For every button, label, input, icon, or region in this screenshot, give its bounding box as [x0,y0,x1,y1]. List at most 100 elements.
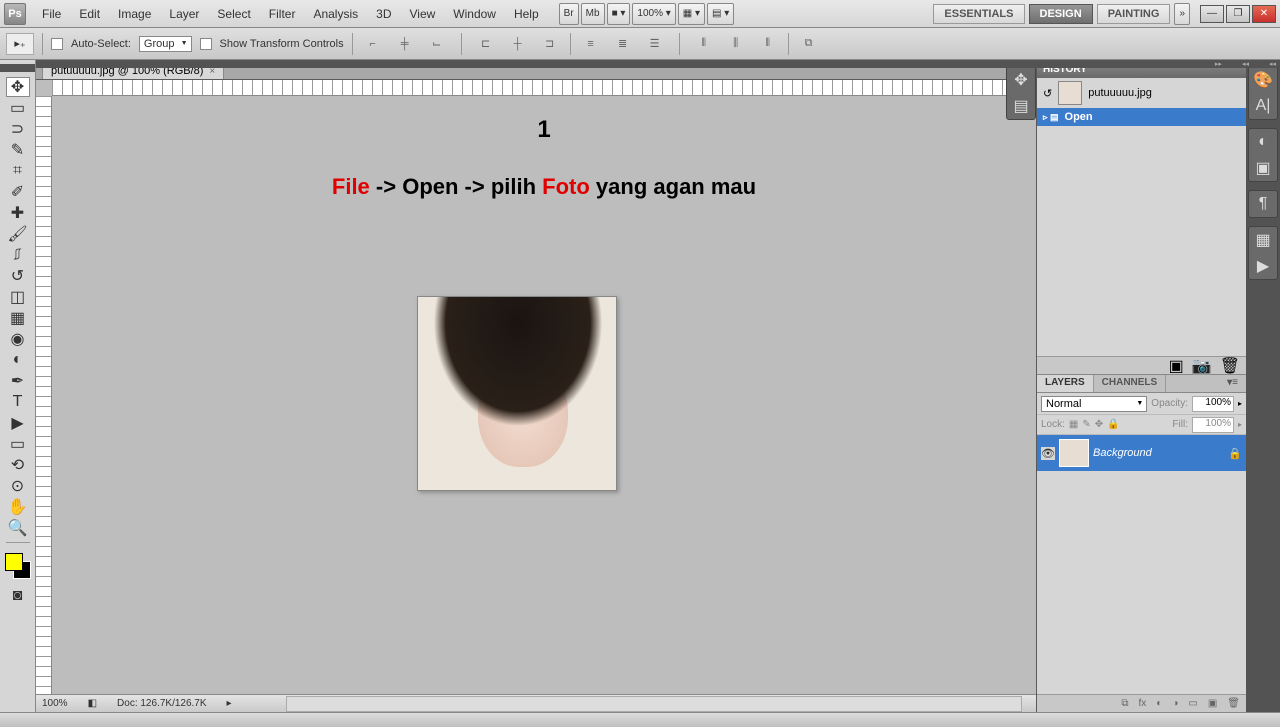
menu-help[interactable]: Help [506,3,547,25]
workspace-design[interactable]: DESIGN [1029,4,1093,24]
menu-window[interactable]: Window [445,3,504,25]
status-zoom[interactable]: 100% [42,698,68,709]
tool-preset-picker[interactable]: ▸₊ [6,33,34,55]
shape-tool[interactable]: ▭ [6,434,30,454]
collapse-arrow-icon[interactable]: ▸▸ [1215,60,1222,68]
menu-image[interactable]: Image [110,3,159,25]
auto-align-icon[interactable]: ⧉ [797,33,821,55]
layer-row-background[interactable]: 👁 Background 🔒 [1037,435,1246,471]
distribute-left-icon[interactable]: ⦀ [692,33,716,55]
clone-stamp-tool[interactable]: ⎎ [6,245,30,265]
distribute-hcenter-icon[interactable]: ⫼ [724,33,748,55]
zoom-level-dropdown[interactable]: 100% ▾ [632,3,675,25]
collapse-arrow-icon[interactable]: ◂◂ [1269,60,1276,68]
new-snapshot-icon[interactable]: 📷 [1192,356,1212,376]
distribute-top-icon[interactable]: ≡ [579,33,603,55]
align-left-icon[interactable]: ⊏ [474,33,498,55]
show-transform-checkbox[interactable] [200,38,212,50]
opacity-input[interactable]: 100% [1192,396,1234,412]
distribute-right-icon[interactable]: ⦀ [756,33,780,55]
status-docinfo[interactable]: Doc: 126.7K/126.7K [117,698,207,709]
window-minimize[interactable]: — [1200,5,1224,23]
foreground-color-swatch[interactable] [5,553,23,571]
collapse-arrow-icon[interactable]: ◂◂ [1242,60,1249,68]
quick-mask-tool[interactable]: ◙ [6,586,30,606]
masks-panel-icon[interactable]: ▣ [1253,158,1273,178]
menu-view[interactable]: View [401,3,443,25]
history-brush-tool[interactable]: ↺ [6,266,30,286]
lasso-tool[interactable]: ⊃ [6,119,30,139]
distribute-bottom-icon[interactable]: ☰ [643,33,667,55]
path-select-tool[interactable]: ▶ [6,413,30,433]
hand-tool[interactable]: ✋ [6,497,30,517]
screen-mode-button[interactable]: ■ ▾ [607,3,631,25]
type-tool[interactable]: T [6,392,30,412]
status-arrow-icon[interactable]: ▸ [227,698,232,709]
styles-panel-icon[interactable]: ▶ [1253,256,1273,276]
lock-pixels-icon[interactable]: ✎ [1082,419,1090,430]
character-panel-icon[interactable]: A| [1253,96,1273,116]
status-expand-icon[interactable]: ◧ [88,698,97,709]
window-maximize[interactable]: ❐ [1226,5,1250,23]
brush-tool[interactable]: 🖌 [6,224,30,244]
new-document-from-state-icon[interactable]: ▣ [1169,356,1184,376]
distribute-vcenter-icon[interactable]: ≣ [611,33,635,55]
horizontal-scrollbar[interactable] [286,696,1022,712]
color-panel-icon[interactable]: 🎨 [1253,70,1273,90]
layer-lock-icon[interactable]: 🔒 [1228,447,1242,460]
align-bottom-icon[interactable]: ⌙ [425,33,449,55]
marquee-tool[interactable]: ▭ [6,98,30,118]
menu-edit[interactable]: Edit [71,3,108,25]
layer-mask-icon[interactable]: ◐ [1156,698,1162,709]
workspace-painting[interactable]: PAINTING [1097,4,1171,24]
workspace-essentials[interactable]: ESSENTIALS [933,4,1024,24]
link-layers-icon[interactable]: ⧉ [1121,698,1128,709]
layer-visibility-icon[interactable]: 👁 [1041,447,1055,460]
lock-position-icon[interactable]: ✥ [1095,419,1103,430]
opacity-arrow-icon[interactable]: ▸ [1238,399,1242,408]
layer-style-icon[interactable]: fx [1139,698,1147,709]
color-swatches[interactable] [5,553,31,579]
eraser-tool[interactable]: ◫ [6,287,30,307]
blur-tool[interactable]: ◉ [6,329,30,349]
layer-group-icon[interactable]: ▭ [1188,698,1197,709]
pen-tool[interactable]: ✒ [6,371,30,391]
menu-filter[interactable]: Filter [261,3,304,25]
tab-channels[interactable]: CHANNELS [1094,375,1167,392]
launch-minibridge-button[interactable]: Mb [581,3,605,25]
launch-bridge-button[interactable]: Br [559,3,579,25]
swatches-panel-icon[interactable]: ▦ [1253,230,1273,250]
dodge-tool[interactable]: ◐ [6,350,30,370]
lock-transparent-icon[interactable]: ▦ [1069,419,1078,430]
align-top-icon[interactable]: ⌐ [361,33,385,55]
history-state-row[interactable]: ▹ ▤ Open [1037,108,1246,126]
paragraph-panel-icon[interactable]: ¶ [1253,194,1273,214]
autoselect-dropdown[interactable]: Group [139,36,192,52]
autoselect-checkbox[interactable] [51,38,63,50]
gradient-tool[interactable]: ▦ [6,308,30,328]
toolbox-grip[interactable] [0,64,35,72]
panel-menu-icon[interactable]: ▾≡ [1219,375,1246,392]
eyedropper-tool[interactable]: ✐ [6,182,30,202]
window-close[interactable]: ✕ [1252,5,1276,23]
lock-all-icon[interactable]: 🔒 [1107,419,1119,430]
new-layer-icon[interactable]: ▣ [1208,698,1217,709]
3d-camera-tool[interactable]: ⊙ [6,476,30,496]
ruler-vertical[interactable] [36,96,52,694]
tab-layers[interactable]: LAYERS [1037,375,1094,392]
quick-select-tool[interactable]: ✎ [6,140,30,160]
move-tool[interactable]: ✥ [6,77,30,97]
fill-arrow-icon[interactable]: ▸ [1238,420,1242,429]
delete-state-icon[interactable]: 🗑 [1220,356,1240,376]
adjustment-layer-icon[interactable]: ◑ [1172,698,1178,709]
menu-analysis[interactable]: Analysis [305,3,366,25]
menu-3d[interactable]: 3D [368,3,399,25]
opened-image[interactable] [417,296,617,491]
adjustments-panel-icon[interactable]: ◐ [1253,132,1273,152]
arrange-doc-button[interactable]: ▤ ▾ [707,3,734,25]
healing-brush-tool[interactable]: ✚ [6,203,30,223]
menu-layer[interactable]: Layer [161,3,207,25]
align-vcenter-icon[interactable]: ╪ [393,33,417,55]
arrange-grid-button[interactable]: ▦ ▾ [678,3,705,25]
align-right-icon[interactable]: ⊐ [538,33,562,55]
